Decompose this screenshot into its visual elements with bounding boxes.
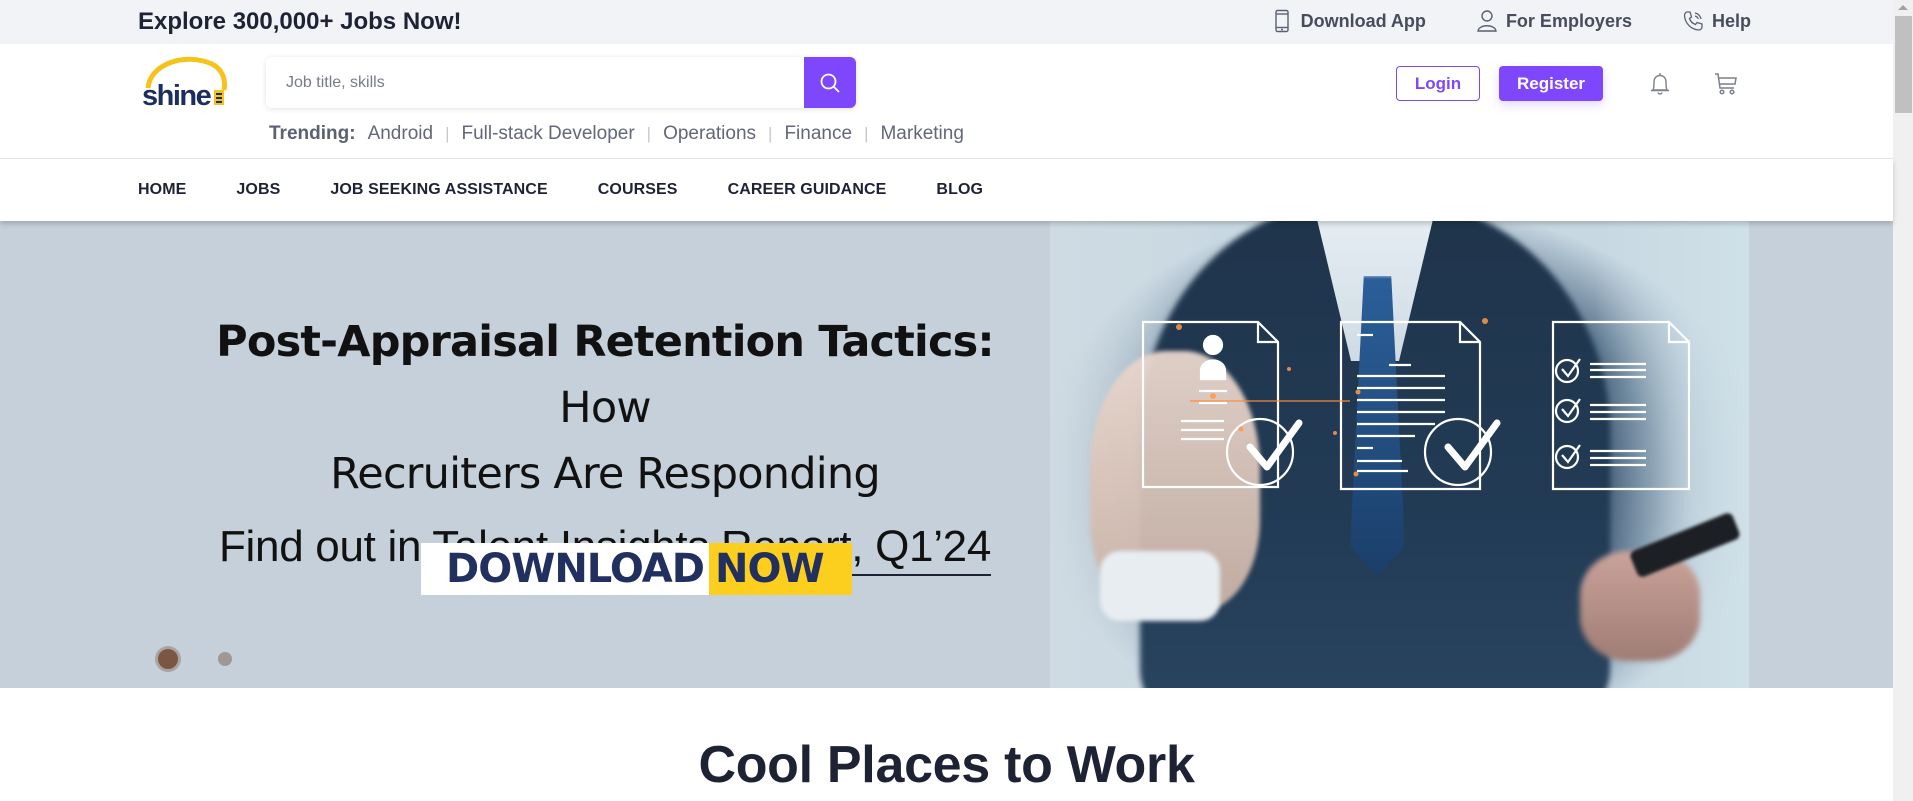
trending-item[interactable]: Operations (663, 123, 756, 145)
help-label: Help (1711, 10, 1751, 31)
top-links: Download App For Employers Help (1271, 9, 1751, 33)
top-bar: Explore 300,000+ Jobs Now! Download App … (0, 0, 1893, 44)
banner-edge (0, 688, 137, 690)
trending-item[interactable]: Marketing (880, 123, 963, 145)
hero-banner[interactable]: Post-Appraisal Retention Tactics: How Re… (0, 221, 1893, 690)
download-app-label: Download App (1300, 10, 1426, 31)
banner-image (1050, 221, 1749, 688)
banner-headline-line2: Recruiters Are Responding (330, 449, 881, 499)
trending-searches: Trending: Android | Full-stack Developer… (269, 123, 964, 145)
trending-item[interactable]: Full-stack Developer (461, 123, 634, 145)
nav-item-blog[interactable]: BLOG (936, 181, 983, 199)
job-search-input[interactable] (266, 57, 804, 108)
nav-item-career-guidance[interactable]: CAREER GUIDANCE (728, 181, 887, 199)
scrollbar-thumb[interactable] (1895, 16, 1912, 113)
carousel-dot-active[interactable] (158, 649, 178, 669)
carousel-dot[interactable] (218, 652, 232, 666)
scroll-up-arrow-icon[interactable] (1898, 5, 1908, 10)
header-actions: Login Register (1396, 66, 1738, 101)
login-button[interactable]: Login (1396, 66, 1480, 101)
main-navigation: HOME JOBS JOB SEEKING ASSISTANCE COURSES… (0, 159, 1893, 221)
mobile-phone-icon (1274, 9, 1289, 33)
job-search-bar (266, 57, 856, 108)
nav-item-jobs[interactable]: JOBS (236, 181, 280, 199)
nav-item-job-seeking-assistance[interactable]: JOB SEEKING ASSISTANCE (330, 181, 547, 199)
separator: | (864, 124, 869, 143)
carousel-indicators (158, 649, 232, 669)
separator: | (768, 124, 773, 143)
svg-text:shine: shine (142, 80, 212, 110)
page-scrollbar[interactable] (1893, 0, 1913, 801)
trending-item[interactable]: Android (368, 123, 434, 145)
subline-prefix: Find out in (218, 522, 433, 571)
nav-item-home[interactable]: HOME (138, 181, 186, 199)
banner-headline: Post-Appraisal Retention Tactics: How (205, 309, 1005, 441)
checklist-doc-icon (1551, 320, 1691, 491)
bell-icon[interactable] (1648, 71, 1672, 97)
banner-text: Post-Appraisal Retention Tactics: How Re… (205, 309, 1005, 576)
nav-item-courses[interactable]: COURSES (598, 181, 678, 199)
headline-regular: How (559, 383, 651, 433)
cart-icon[interactable] (1714, 71, 1738, 97)
shine-logo[interactable]: shine (140, 54, 228, 110)
for-employers-label: For Employers (1505, 10, 1632, 31)
register-button[interactable]: Register (1499, 66, 1603, 101)
section-title: Cool Places to Work (698, 736, 1195, 794)
light-sparkles (1176, 318, 1488, 477)
phone-call-icon (1683, 11, 1703, 31)
resume-doc-icon (1141, 320, 1303, 489)
cta-download-text: DOWNLOAD (421, 543, 709, 595)
separator: | (445, 124, 450, 143)
trending-label: Trending: (269, 123, 356, 144)
cta-now-text: NOW (708, 543, 852, 595)
search-icon (820, 73, 840, 93)
separator: | (646, 124, 652, 143)
headline-bold: Post-Appraisal Retention Tactics: (216, 317, 994, 367)
document-icon (1339, 320, 1501, 491)
site-header: shine Trending: Android | Full-stack Dev… (0, 44, 1893, 159)
trending-item[interactable]: Finance (784, 123, 852, 145)
for-employers-link[interactable]: For Employers (1476, 9, 1632, 33)
help-link[interactable]: Help (1682, 9, 1751, 33)
jobs-tagline: Explore 300,000+ Jobs Now! (138, 8, 462, 35)
download-now-button[interactable]: DOWNLOAD NOW (421, 543, 852, 595)
user-icon (1477, 10, 1497, 32)
download-app-link[interactable]: Download App (1271, 9, 1426, 33)
document-check-icons (1141, 318, 1691, 491)
search-button[interactable] (804, 57, 856, 108)
